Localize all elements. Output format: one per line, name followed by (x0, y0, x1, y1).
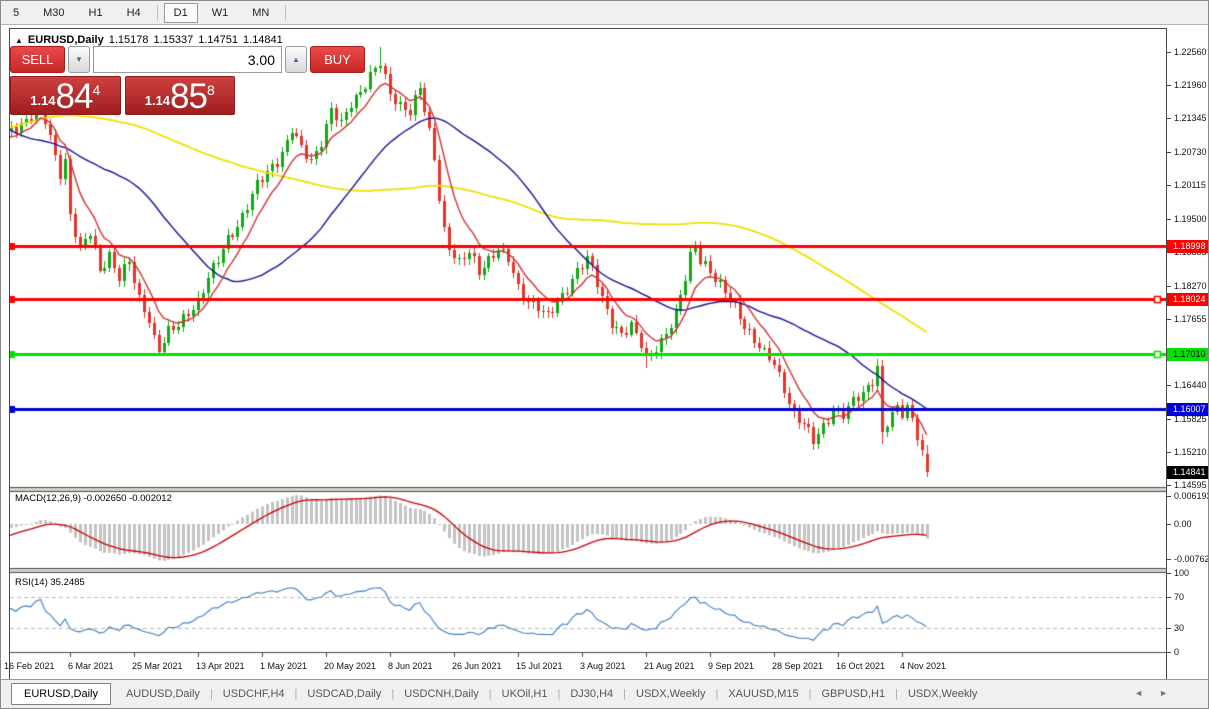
chart-tab-gbpusd-h1[interactable]: GBPUSD,H1 (813, 684, 895, 704)
price-axis-tick: 1.19500 (1167, 214, 1207, 225)
date-axis-label: 25 Mar 2021 (132, 661, 183, 671)
chart-tab-usdchf-h4[interactable]: USDCHF,H4 (214, 684, 294, 704)
price-line-badge: 1.17010 (1167, 348, 1208, 361)
timeframe-button-h4[interactable]: H4 (117, 3, 151, 23)
date-axis[interactable]: 16 Feb 20216 Mar 202125 Mar 202113 Apr 2… (10, 659, 1166, 677)
date-axis-label: 16 Feb 2021 (4, 661, 55, 671)
price-line-badge: 1.18998 (1167, 240, 1208, 253)
timeframe-button-w1[interactable]: W1 (202, 3, 239, 23)
tab-scroll-right-icon[interactable]: ► (1159, 688, 1168, 698)
date-axis-label: 4 Nov 2021 (900, 661, 946, 671)
price-axis-tick: 1.15210 (1167, 447, 1207, 458)
ohlc-open: 1.15178 (109, 34, 149, 46)
price-axis-tick: 1.18270 (1167, 281, 1207, 292)
buy-price-prefix: 1.14 (145, 93, 170, 108)
mt4-terminal-window: 5M30H1H4 D1W1MN ▲ EURUSD,Daily 1.15178 1.… (0, 0, 1209, 709)
macd-axis-tick: 0.006193 (1167, 491, 1209, 502)
buy-button[interactable]: BUY (310, 46, 365, 73)
sell-price-big: 84 (56, 80, 93, 113)
rsi-value: 35.2485 (50, 577, 84, 588)
price-axis-tick: 1.16440 (1167, 380, 1207, 391)
date-axis-label: 6 Mar 2021 (68, 661, 114, 671)
price-chart-canvas[interactable] (10, 29, 1166, 659)
rsi-axis-tick: 0 (1167, 647, 1179, 658)
price-axis-tick: 1.21345 (1167, 113, 1207, 124)
sell-price-sup: 4 (92, 82, 100, 98)
timeframe-button-5[interactable]: 5 (3, 3, 29, 23)
chart-tab-eurusd-daily[interactable]: EURUSD,Daily (11, 683, 111, 705)
one-click-trading-panel: SELL ▼ ▲ BUY 1.14 84 4 1.14 85 8 (10, 46, 235, 115)
rsi-axis-tick: 30 (1167, 623, 1184, 634)
date-axis-label: 16 Oct 2021 (836, 661, 885, 671)
date-axis-label: 3 Aug 2021 (580, 661, 626, 671)
date-axis-label: 13 Apr 2021 (196, 661, 245, 671)
date-axis-label: 8 Jun 2021 (388, 661, 433, 671)
date-axis-label: 21 Aug 2021 (644, 661, 695, 671)
price-axis[interactable]: 1.22560 1.21960 1.21345 1.20730 1.20115 1.195… (1167, 28, 1208, 659)
chart-title: ▲ EURUSD,Daily 1.15178 1.15337 1.14751 1… (15, 34, 283, 46)
collapse-triangle-icon[interactable]: ▲ (15, 36, 23, 45)
chart-symbol-label: EURUSD,Daily (28, 34, 104, 46)
price-line-badge: 1.14841 (1167, 466, 1208, 479)
chart-tab-xauusd-m15[interactable]: XAUUSD,M15 (719, 684, 807, 704)
ohlc-close: 1.14841 (243, 34, 283, 46)
volume-input[interactable] (93, 46, 282, 73)
tab-scroll-left-icon[interactable]: ◄ (1134, 688, 1143, 698)
price-axis-tick: 1.20730 (1167, 147, 1207, 158)
chart-tab-ukoil-h1[interactable]: UKOil,H1 (493, 684, 557, 704)
date-axis-label: 28 Sep 2021 (772, 661, 823, 671)
macd-values: -0.002650 -0.002012 (84, 493, 172, 504)
buy-price-big: 85 (170, 80, 207, 113)
price-axis-tick: 1.20115 (1167, 180, 1206, 191)
toolbar-separator (285, 5, 286, 21)
buy-price-sup: 8 (207, 82, 215, 98)
chart-tab-dj30-h4[interactable]: DJ30,H4 (561, 684, 622, 704)
price-line-badge: 1.18024 (1167, 293, 1208, 306)
timeframe-button-d1[interactable]: D1 (164, 3, 198, 23)
sell-price-prefix: 1.14 (30, 93, 55, 108)
macd-label: MACD(12,26,9) -0.002650 -0.002012 (15, 493, 172, 504)
rsi-axis-tick: 70 (1167, 592, 1184, 603)
rsi-axis-tick: 100 (1167, 568, 1189, 579)
ohlc-low: 1.14751 (198, 34, 238, 46)
timeframe-toolbar: 5M30H1H4 D1W1MN (1, 1, 1208, 25)
ohlc-high: 1.15337 (153, 34, 193, 46)
volume-decrease-button[interactable]: ▼ (68, 46, 90, 73)
macd-axis-tick: -0.00762 (1167, 554, 1209, 565)
chart-tab-bar: EURUSD,DailyAUDUSD,Daily|USDCHF,H4|USDCA… (1, 679, 1208, 708)
chart-tab-audusd-daily[interactable]: AUDUSD,Daily (117, 684, 209, 704)
date-axis-label: 20 May 2021 (324, 661, 376, 671)
date-axis-label: 9 Sep 2021 (708, 661, 754, 671)
chart-tab-usdx-weekly[interactable]: USDX,Weekly (899, 684, 986, 704)
timeframe-button-h1[interactable]: H1 (79, 3, 113, 23)
volume-increase-button[interactable]: ▲ (285, 46, 307, 73)
buy-quote-box[interactable]: 1.14 85 8 (125, 76, 236, 115)
timeframe-button-m30[interactable]: M30 (33, 3, 74, 23)
rsi-label: RSI(14) 35.2485 (15, 577, 85, 588)
price-line-badge: 1.16007 (1167, 403, 1208, 416)
date-axis-label: 26 Jun 2021 (452, 661, 502, 671)
price-axis-tick: 1.17655 (1167, 314, 1207, 325)
chart-tab-usdcad-daily[interactable]: USDCAD,Daily (298, 684, 390, 704)
sell-quote-box[interactable]: 1.14 84 4 (10, 76, 121, 115)
price-axis-tick: 1.21960 (1167, 80, 1207, 91)
price-axis-tick: 1.22560 (1167, 47, 1207, 58)
sell-button[interactable]: SELL (10, 46, 65, 73)
chart-tab-usdx-weekly[interactable]: USDX,Weekly (627, 684, 714, 704)
toolbar-separator (157, 5, 158, 21)
date-axis-label: 15 Jul 2021 (516, 661, 563, 671)
chart-tab-usdcnh-daily[interactable]: USDCNH,Daily (395, 684, 488, 704)
macd-axis-tick: 0.00 (1167, 519, 1192, 530)
date-axis-label: 1 May 2021 (260, 661, 307, 671)
timeframe-button-mn[interactable]: MN (242, 3, 279, 23)
